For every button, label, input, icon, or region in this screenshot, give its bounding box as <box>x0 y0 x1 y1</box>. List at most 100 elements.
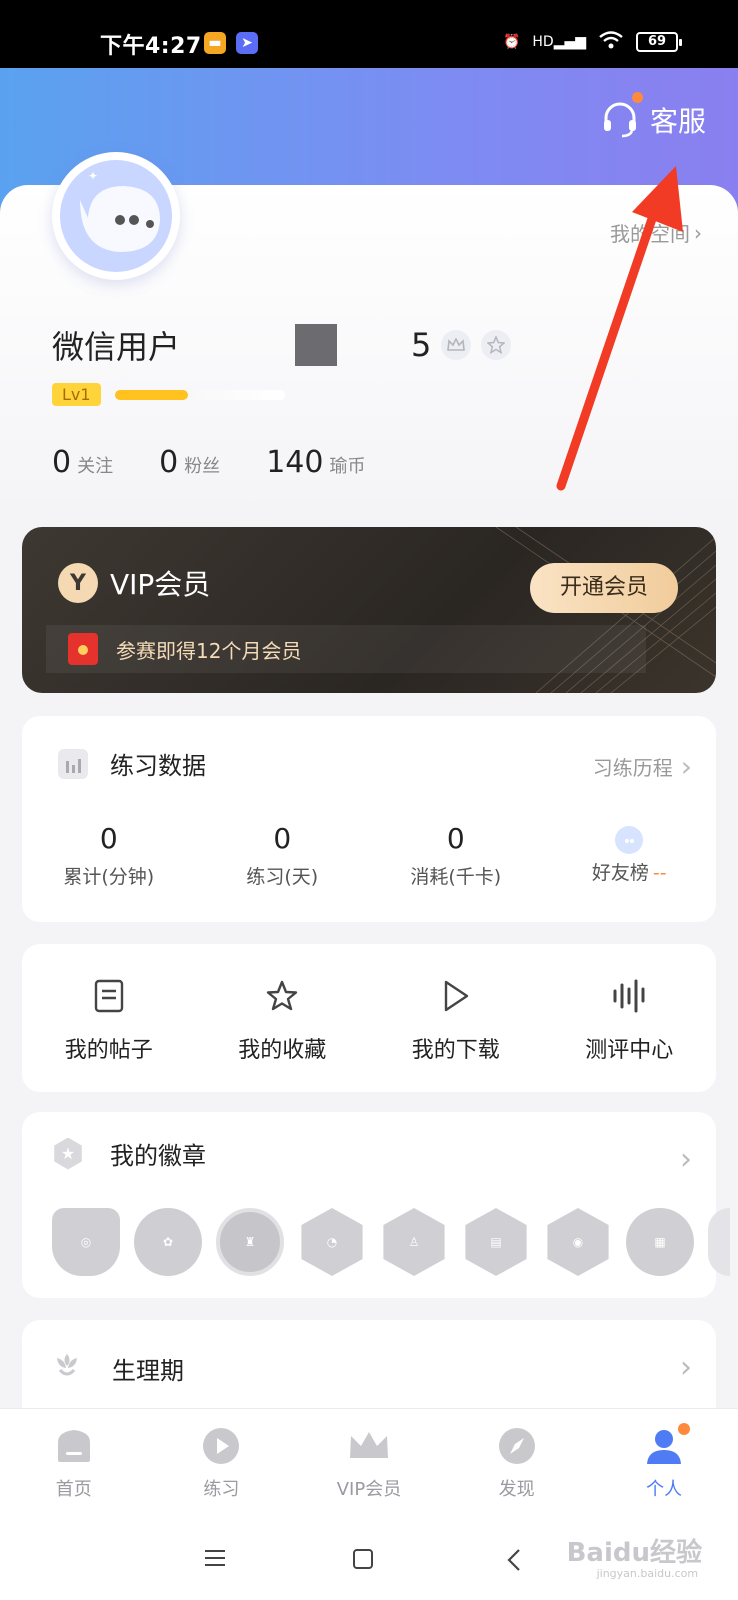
tab-discover-label: 发现 <box>498 1479 535 1500</box>
practice-days-label: 练习(天) <box>246 866 319 888</box>
practice-history-link[interactable]: 习练历程 › <box>593 750 692 783</box>
alarm-icon: ⏰ <box>502 34 521 50</box>
medal-badge[interactable]: ✿ <box>134 1208 202 1276</box>
following-count: 0 <box>52 445 72 480</box>
username-suffix: 5 <box>411 326 432 364</box>
practice-stats: 0 累计(分钟) 0 练习(天) 0 消耗(千卡) 好友榜 -- <box>22 822 716 889</box>
coins-stat[interactable]: 140 瑜币 <box>266 445 365 480</box>
vip-promo-banner[interactable]: 参赛即得12个月会员 <box>46 625 646 673</box>
tab-practice[interactable]: 练习 <box>148 1409 296 1512</box>
chevron-right-icon: › <box>694 220 702 245</box>
level-row: Lv1 <box>52 383 285 406</box>
crown-icon <box>295 1425 443 1467</box>
my-favorites-button[interactable]: 我的收藏 <box>196 944 370 1092</box>
vip-card[interactable]: Y VIP会员 开通会员 参赛即得12个月会员 <box>22 527 716 693</box>
chevron-right-icon: › <box>680 750 692 783</box>
following-stat[interactable]: 0 关注 <box>52 445 113 480</box>
level-progress-bar <box>114 389 285 400</box>
my-medals-card[interactable]: ★ 我的徽章 › ◎ ✿ ♜ ◔ ♙ ▤ ◉ ▦ <box>22 1112 730 1298</box>
medal-badge[interactable]: ◉ <box>547 1208 609 1276</box>
calories-label: 消耗(千卡) <box>410 866 502 888</box>
medal-list: ◎ ✿ ♜ ◔ ♙ ▤ ◉ ▦ <box>52 1208 730 1276</box>
username-prefix: 微信用户 <box>52 328 181 366</box>
practice-data-card: 练习数据 习练历程 › 0 累计(分钟) 0 练习(天) 0 消耗(千卡) 好友榜 -- <box>22 716 716 922</box>
message-app-icon: ▬ <box>204 32 226 54</box>
fans-stat[interactable]: 0 粉丝 <box>159 445 220 480</box>
practice-days-value: 0 <box>273 822 292 855</box>
medal-badge[interactable]: ▦ <box>626 1208 694 1276</box>
calories-stat[interactable]: 0 消耗(千卡) <box>369 822 543 889</box>
my-downloads-button[interactable]: 我的下载 <box>369 944 543 1092</box>
my-favorites-label: 我的收藏 <box>238 1038 327 1063</box>
tab-home-label: 首页 <box>55 1479 92 1500</box>
play-circle-icon <box>148 1425 296 1467</box>
friends-ranking[interactable]: 好友榜 -- <box>543 822 717 889</box>
star-badge-icon[interactable] <box>481 330 512 360</box>
watermark-text: Baidu经验 <box>566 1538 702 1568</box>
menu-icon[interactable] <box>204 1548 226 1572</box>
bar-chart-icon <box>58 748 88 779</box>
following-label: 关注 <box>77 456 114 477</box>
my-posts-button[interactable]: 我的帖子 <box>22 944 196 1092</box>
home-icon <box>0 1425 148 1467</box>
medal-star-icon: ★ <box>54 1137 82 1170</box>
coins-label: 瑜币 <box>329 456 366 477</box>
back-icon[interactable] <box>506 1548 522 1576</box>
tab-home[interactable]: 首页 <box>0 1409 148 1512</box>
document-icon <box>22 976 196 1016</box>
total-minutes-stat[interactable]: 0 累计(分钟) <box>22 822 196 889</box>
tab-vip[interactable]: VIP会员 <box>295 1409 443 1512</box>
customer-service-label: 客服 <box>649 105 706 138</box>
my-downloads-label: 我的下载 <box>411 1038 500 1063</box>
friends-mascot-icon <box>615 826 644 854</box>
vip-title: Y VIP会员 <box>58 563 210 603</box>
practice-history-label: 习练历程 <box>592 756 673 780</box>
my-medals-header: ★ 我的徽章 <box>52 1136 206 1171</box>
wifi-icon <box>598 30 624 54</box>
vip-promo-text: 参赛即得12个月会员 <box>116 638 302 663</box>
crown-badge-icon[interactable] <box>441 330 472 360</box>
compass-icon <box>443 1425 591 1467</box>
username: 微信用户 5 <box>52 322 512 368</box>
tab-practice-label: 练习 <box>203 1479 240 1500</box>
tab-discover[interactable]: 发现 <box>443 1409 591 1512</box>
chevron-right-icon: › <box>680 1142 692 1177</box>
assessment-center-button[interactable]: 测评中心 <box>543 944 717 1092</box>
home-square-icon[interactable] <box>352 1548 374 1574</box>
profile-stats: 0 关注 0 粉丝 140 瑜币 <box>52 445 365 480</box>
my-space-link[interactable]: 我的空间 › <box>610 218 702 247</box>
headset-icon <box>600 92 643 140</box>
vip-logo-icon: Y <box>58 563 98 603</box>
practice-days-stat[interactable]: 0 练习(天) <box>196 822 370 889</box>
level-badge: Lv1 <box>52 383 101 406</box>
avatar[interactable]: ✦ <box>52 152 180 280</box>
assessment-center-label: 测评中心 <box>585 1038 674 1063</box>
medal-badge[interactable]: ◔ <box>301 1208 363 1276</box>
play-icon <box>369 976 543 1016</box>
status-indicators: ⏰ HD▂▄▆ 69 <box>502 30 682 54</box>
tab-vip-label: VIP会员 <box>336 1479 402 1500</box>
medal-badge[interactable]: ♜ <box>216 1208 284 1276</box>
status-time: 下午4:27 <box>100 34 202 59</box>
medal-badge[interactable]: ♙ <box>383 1208 445 1276</box>
period-title: 生理期 <box>112 1356 184 1385</box>
open-vip-button[interactable]: 开通会员 <box>530 563 678 613</box>
fans-label: 粉丝 <box>184 456 221 477</box>
medal-badge[interactable]: ◎ <box>52 1208 120 1276</box>
star-icon <box>196 976 370 1016</box>
paper-plane-app-icon: ➤ <box>236 32 258 54</box>
fans-count: 0 <box>159 445 179 480</box>
medal-badge[interactable]: ▤ <box>465 1208 527 1276</box>
my-medals-title: 我的徽章 <box>110 1142 206 1170</box>
flower-icon <box>52 1350 82 1386</box>
period-header: 生理期 <box>52 1350 184 1386</box>
avatar-mascot-icon: ✦ <box>60 160 172 272</box>
total-minutes-label: 累计(分钟) <box>63 866 155 888</box>
friends-ranking-label: 好友榜 <box>591 862 649 884</box>
status-bar: 下午4:27 ▬ ➤ ⏰ HD▂▄▆ 69 <box>0 0 738 68</box>
my-posts-label: 我的帖子 <box>64 1038 153 1063</box>
tab-profile[interactable]: 个人 <box>590 1409 738 1512</box>
customer-service-button[interactable]: 客服 <box>600 92 706 140</box>
coins-count: 140 <box>266 445 324 480</box>
practice-data-header: 练习数据 <box>58 746 206 781</box>
